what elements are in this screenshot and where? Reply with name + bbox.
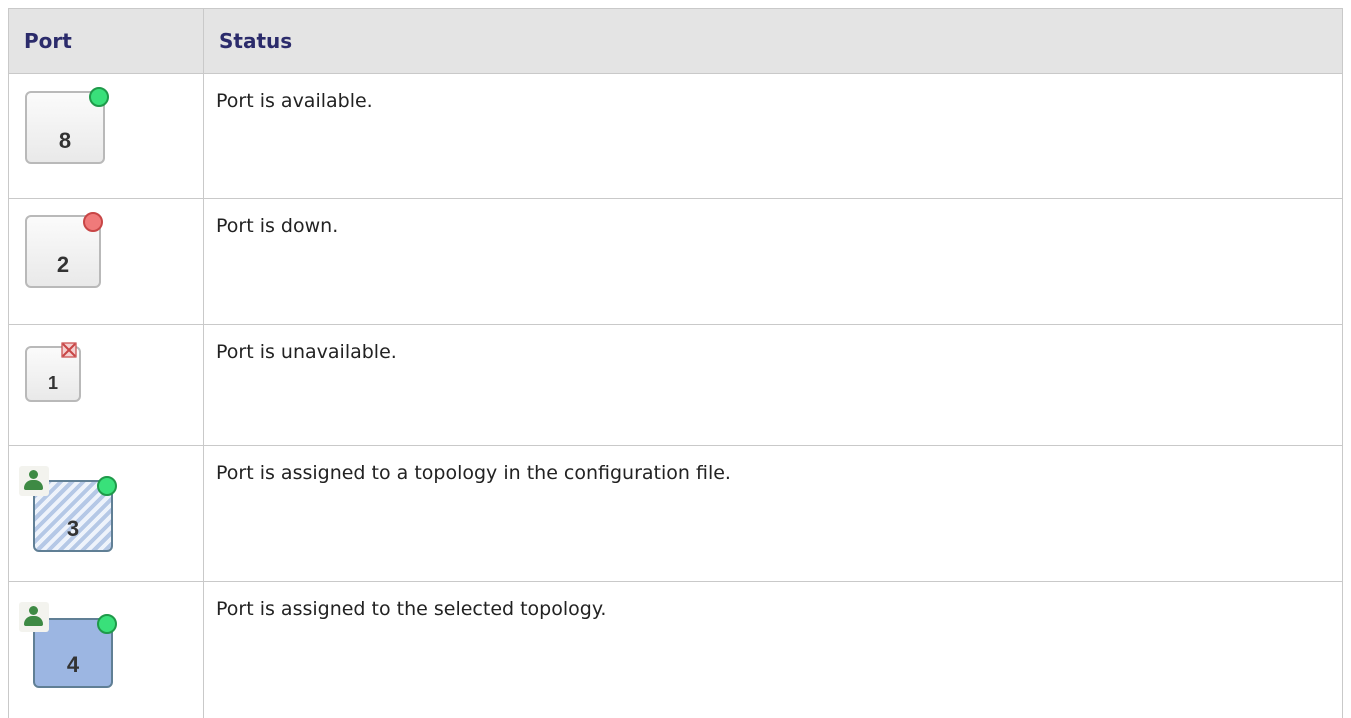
table-row: 4 Port is assigned to the selected topol… [9, 582, 1343, 718]
port-number: 4 [35, 652, 111, 678]
user-icon [19, 602, 49, 632]
port-icon-cell: 3 [9, 446, 204, 582]
port-number: 3 [35, 516, 111, 542]
port-available-icon: 8 [25, 91, 105, 164]
status-description: Port is unavailable. [204, 325, 1343, 446]
port-number: 8 [27, 128, 103, 154]
green-dot-icon [97, 476, 117, 496]
user-icon [19, 466, 49, 496]
status-description: Port is assigned to a topology in the co… [204, 446, 1343, 582]
port-number: 2 [27, 252, 99, 278]
port-down-icon: 2 [25, 215, 101, 288]
port-icon-cell: 1 [9, 325, 204, 446]
table-row: 2 Port is down. [9, 199, 1343, 325]
table-header-row: Port Status [9, 9, 1343, 74]
table-row: 3 Port is assigned to a topology in the … [9, 446, 1343, 582]
status-description: Port is down. [204, 199, 1343, 325]
green-dot-icon [89, 87, 109, 107]
port-unavailable-icon: 1 [25, 346, 81, 402]
column-header-port: Port [9, 9, 204, 74]
status-description: Port is assigned to the selected topolog… [204, 582, 1343, 718]
table-row: 1 Port is unavailable. [9, 325, 1343, 446]
red-x-icon [61, 342, 77, 358]
table-row: 8 Port is available. [9, 74, 1343, 199]
port-icon-cell: 4 [9, 582, 204, 718]
green-dot-icon [97, 614, 117, 634]
red-dot-icon [83, 212, 103, 232]
status-description: Port is available. [204, 74, 1343, 199]
column-header-status: Status [204, 9, 1343, 74]
port-icon-cell: 8 [9, 74, 204, 199]
port-number: 1 [27, 373, 79, 394]
port-icon-cell: 2 [9, 199, 204, 325]
port-status-table: Port Status 8 Port is available. 2 Port … [8, 8, 1343, 718]
